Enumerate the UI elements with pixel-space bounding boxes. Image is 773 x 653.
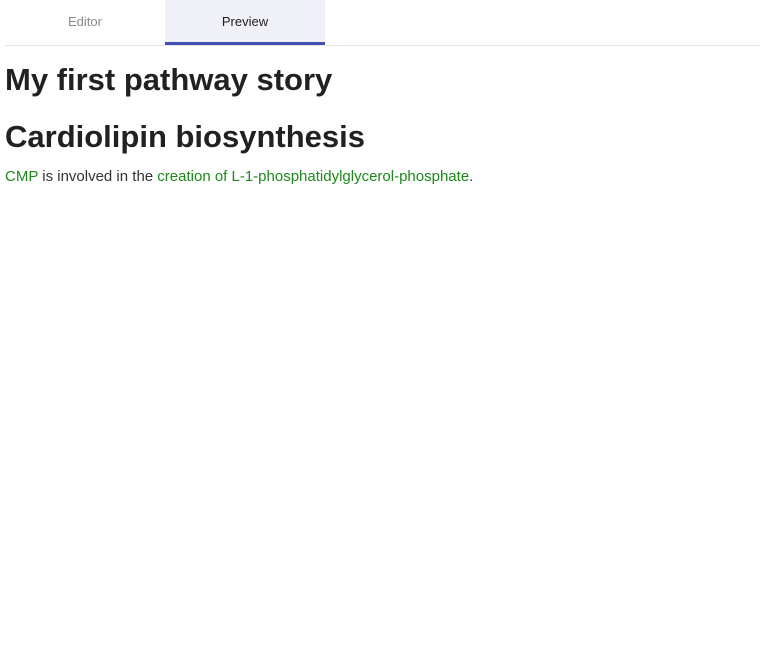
sentence-end: . [469, 168, 474, 185]
story-title: My first pathway story [5, 62, 333, 97]
tab-bar: Editor Preview [5, 0, 760, 46]
process-link[interactable]: creation of L-1-phosphatidylglycerol-pho… [157, 168, 469, 185]
story-sentence: CMP is involved in the creation of L-1-p… [5, 168, 473, 185]
sentence-text: is involved in the [38, 168, 158, 185]
entity-link-cmp[interactable]: CMP [5, 168, 38, 185]
section-title: Cardiolipin biosynthesis [5, 119, 365, 154]
tab-preview[interactable]: Preview [165, 0, 325, 45]
tab-editor[interactable]: Editor [5, 0, 165, 42]
